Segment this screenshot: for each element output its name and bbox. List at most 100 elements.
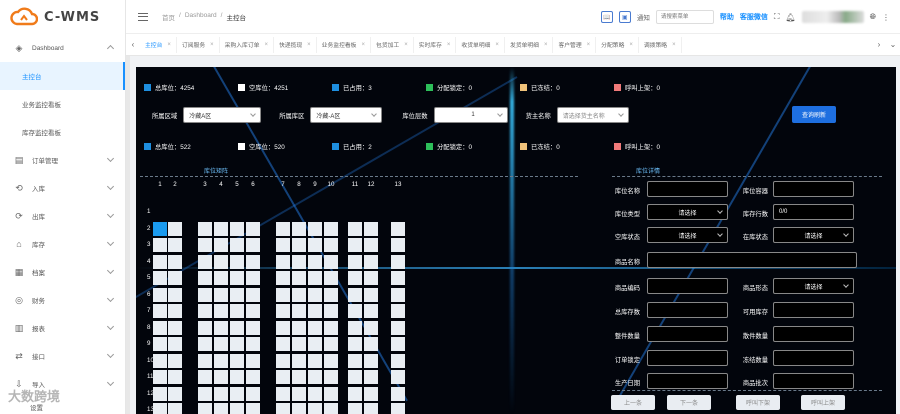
- grid-cell[interactable]: [364, 287, 378, 302]
- grid-cell[interactable]: [230, 238, 244, 252]
- grid-cell[interactable]: [324, 337, 338, 351]
- fullscreen-icon[interactable]: ⛶: [774, 12, 780, 22]
- grid-cell[interactable]: [292, 271, 306, 285]
- empty-status-select[interactable]: 请选择: [647, 227, 728, 243]
- frozen-qty-input[interactable]: [773, 350, 854, 366]
- grid-cell[interactable]: [198, 304, 212, 318]
- menu-search-input[interactable]: [655, 10, 714, 24]
- grid-cell[interactable]: [153, 320, 167, 335]
- product-name-input[interactable]: [647, 252, 857, 268]
- sidebar-item-7[interactable]: ▥ 报表: [0, 314, 125, 342]
- grid-cell[interactable]: [348, 271, 362, 285]
- grid-cell[interactable]: [348, 304, 362, 318]
- close-icon[interactable]: ×: [495, 42, 499, 48]
- sidebar-scrollbar[interactable]: [126, 56, 130, 414]
- production-date-input[interactable]: [647, 373, 728, 389]
- grid-cell[interactable]: [292, 320, 306, 335]
- grid-cell[interactable]: [246, 353, 260, 368]
- grid-cell[interactable]: [364, 403, 378, 414]
- grid-cell[interactable]: [391, 254, 405, 269]
- order-lock-input[interactable]: [647, 350, 728, 366]
- product-code-input[interactable]: [647, 278, 728, 294]
- query-refresh-button[interactable]: 查询刷新: [792, 106, 836, 123]
- total-stock-input[interactable]: [647, 302, 728, 318]
- grid-cell[interactable]: [276, 353, 290, 368]
- grid-cell[interactable]: [198, 254, 212, 269]
- grid-cell[interactable]: [168, 271, 182, 285]
- grid-cell[interactable]: [168, 353, 182, 368]
- grid-cell[interactable]: [230, 254, 244, 269]
- grid-cell[interactable]: [292, 287, 306, 302]
- service-wechat-link[interactable]: 客服微信: [740, 12, 768, 22]
- grid-cell[interactable]: [246, 238, 260, 252]
- grid-cell[interactable]: [198, 353, 212, 368]
- grid-cell[interactable]: [364, 238, 378, 252]
- tab-2[interactable]: 采购入库订单 ×: [220, 36, 274, 53]
- grid-cell[interactable]: [153, 304, 167, 318]
- grid-cell[interactable]: [198, 287, 212, 302]
- grid-cell[interactable]: [168, 238, 182, 252]
- grid-cell[interactable]: [214, 304, 228, 318]
- available-stock-input[interactable]: [773, 302, 854, 318]
- grid-cell[interactable]: [246, 386, 260, 401]
- grid-cell[interactable]: [153, 353, 167, 368]
- tab-0[interactable]: 主控台 ×: [140, 36, 177, 53]
- grid-cell[interactable]: [308, 287, 322, 302]
- grid-cell[interactable]: [348, 370, 362, 384]
- grid-cell[interactable]: [153, 403, 167, 414]
- grid-cell[interactable]: [292, 221, 306, 236]
- sidebar-item-8[interactable]: ⇄ 接口: [0, 342, 125, 370]
- grid-cell[interactable]: [348, 238, 362, 252]
- grid-cell[interactable]: [246, 221, 260, 236]
- grid-cell[interactable]: [153, 370, 167, 384]
- grid-cell[interactable]: [230, 337, 244, 351]
- grid-cell[interactable]: [230, 320, 244, 335]
- grid-cell[interactable]: [198, 337, 212, 351]
- grid-cell[interactable]: [391, 221, 405, 236]
- grid-cell[interactable]: [198, 221, 212, 236]
- close-icon[interactable]: ×: [447, 42, 451, 48]
- close-icon[interactable]: ×: [404, 42, 408, 48]
- grid-cell[interactable]: [276, 271, 290, 285]
- grid-cell[interactable]: [246, 320, 260, 335]
- tab-1[interactable]: 订阅服务 ×: [177, 36, 220, 53]
- call-shelve-button[interactable]: 呼叫上架: [801, 395, 845, 410]
- prev-record-button[interactable]: 上一条: [611, 395, 655, 410]
- grid-cell[interactable]: [324, 353, 338, 368]
- grid-cell[interactable]: [308, 320, 322, 335]
- stock-rows-input[interactable]: 0/0: [773, 204, 854, 220]
- sidebar-item-1[interactable]: ▤ 订单管理: [0, 146, 125, 174]
- grid-cell[interactable]: [230, 386, 244, 401]
- breadcrumb-home[interactable]: 首页: [162, 12, 175, 22]
- tab-5[interactable]: 包货加工 ×: [371, 36, 414, 53]
- grid-cell[interactable]: [324, 271, 338, 285]
- grid-cell[interactable]: [324, 287, 338, 302]
- grid-cell[interactable]: [391, 320, 405, 335]
- location-container-input[interactable]: [773, 181, 854, 197]
- globe-icon[interactable]: 🌐︎: [870, 12, 876, 22]
- grid-cell[interactable]: [348, 403, 362, 414]
- grid-cell[interactable]: [324, 320, 338, 335]
- more-icon[interactable]: ⋮: [882, 13, 890, 22]
- sidebar-subitem-2[interactable]: 库存监控看板: [0, 118, 125, 146]
- grid-cell[interactable]: [230, 304, 244, 318]
- grid-cell[interactable]: [168, 386, 182, 401]
- grid-cell[interactable]: [198, 238, 212, 252]
- bell-icon[interactable]: 🔔︎: [785, 13, 795, 22]
- grid-cell[interactable]: [198, 386, 212, 401]
- zone-select[interactable]: 冷藏-A区: [310, 107, 383, 123]
- grid-cell[interactable]: [292, 304, 306, 318]
- grid-cell[interactable]: [348, 287, 362, 302]
- layer-select[interactable]: 1: [433, 107, 508, 123]
- grid-cell[interactable]: [364, 353, 378, 368]
- grid-cell[interactable]: [153, 271, 167, 285]
- grid-cell[interactable]: [324, 238, 338, 252]
- grid-cell[interactable]: [324, 370, 338, 384]
- grid-cell[interactable]: [230, 271, 244, 285]
- grid-cell[interactable]: [348, 386, 362, 401]
- book-icon[interactable]: 📖: [600, 11, 613, 23]
- grid-cell[interactable]: [391, 238, 405, 252]
- sidebar-item-4[interactable]: ⌂ 库存: [0, 230, 125, 258]
- grid-cell[interactable]: [246, 403, 260, 414]
- call-unshelve-button[interactable]: 呼叫下架: [736, 395, 780, 410]
